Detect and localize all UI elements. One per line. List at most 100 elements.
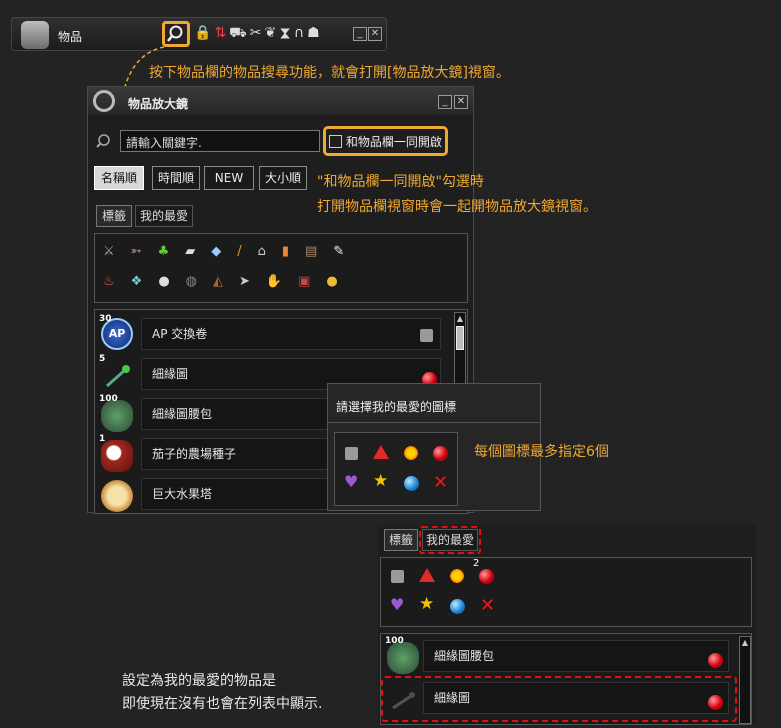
magnifier-title: 物品放大鏡 (128, 97, 189, 111)
ice-icon[interactable]: ❖ (131, 274, 159, 289)
fruit-tart-icon (101, 480, 133, 512)
search-small-icon (96, 134, 110, 148)
red-gem-marker-icon (708, 653, 723, 668)
gray-square-icon[interactable] (345, 447, 358, 460)
box-icon[interactable]: ▣ (298, 274, 326, 289)
potion-icon[interactable]: ♨ (103, 274, 131, 289)
item-name: 茄子的農場種子 (152, 447, 237, 461)
list-item[interactable]: 100 細緣圖腰包 (385, 636, 731, 676)
item-name: 巨大水果塔 (152, 487, 213, 501)
checkbox-box[interactable] (329, 135, 342, 148)
magnifier-minimize-button[interactable]: _ (438, 95, 452, 109)
tab-tags[interactable]: 標籤 (96, 205, 132, 227)
sort-icon[interactable]: ⇅ (214, 25, 229, 41)
sort-size-button[interactable]: 大小順 (259, 166, 307, 190)
egg-icon[interactable]: ● (158, 274, 185, 289)
search-icon[interactable] (162, 21, 190, 47)
item-count: 5 (99, 354, 106, 364)
fav-hint-line-1: 設定為我的最愛的物品是 (122, 673, 276, 689)
cart-icon[interactable]: ⛟ (229, 25, 250, 41)
item-name: AP 交換卷 (152, 327, 208, 341)
bell-icon[interactable]: ⌂ (258, 244, 282, 259)
gray-square-marker-icon (420, 329, 433, 342)
item-count: 100 (99, 394, 118, 404)
checkbox-hint-line-2: 打開物品欄視窗時會一起開物品放大鏡視窗。 (317, 199, 597, 215)
pouch-icon (387, 642, 419, 674)
close-button[interactable]: ✕ (368, 27, 382, 41)
checkbox-label: 和物品欄一同開啟 (345, 135, 442, 149)
icon-choice-grid: ♥ ★ ✕ (334, 432, 458, 506)
blue-gem-icon[interactable] (404, 476, 419, 491)
red-gem-count: 2 (473, 558, 480, 569)
category-row-2: ♨❖●◍◭➤✋▣● (103, 274, 354, 289)
item-count: 1 (99, 434, 106, 444)
item-name: 細緣圖腰包 (434, 649, 495, 663)
pouch-icon (101, 400, 133, 432)
fav-item-list: 100 細緣圖腰包 細緣圖 ▲ (380, 633, 752, 725)
diamond-icon[interactable]: ◆ (211, 244, 237, 259)
toad-icon[interactable]: ☗ (307, 25, 323, 41)
scroll-thumb[interactable] (456, 326, 464, 350)
fav-icon-grid: 2 ♥ ★ ✕ (380, 557, 752, 627)
fav-list-scrollbar[interactable]: ▲ (739, 636, 751, 724)
coin-icon[interactable]: ● (326, 274, 353, 289)
hourglass-icon[interactable]: ⧗ (279, 25, 294, 41)
magnifier-close-button[interactable]: ✕ (454, 95, 468, 109)
red-gem-icon[interactable] (433, 446, 448, 461)
red-x-icon[interactable]: ✕ (480, 597, 495, 615)
item-name: 細緣圖 (152, 367, 189, 381)
chip-icon[interactable]: ◍ (186, 274, 213, 289)
red-gem-icon[interactable] (479, 569, 494, 584)
popup-title: 請選擇我的最愛的圖標 (336, 400, 457, 414)
wand-icon[interactable]: / (237, 244, 257, 259)
red-triangle-icon[interactable] (373, 445, 389, 459)
search-input[interactable]: 請輸入關鍵字. (120, 130, 320, 152)
item-count: 30 (99, 314, 112, 324)
disassemble-icon[interactable]: ✂ (250, 25, 265, 41)
search-hint-note: 按下物品欄的物品搜尋功能，就會打開[物品放大鏡]視窗。 (149, 65, 510, 81)
inventory-titlebar: 物品 🔒⇅⛟✂❦⧗∩☗ _ ✕ (11, 17, 387, 51)
fav-tab-tags[interactable]: 標籤 (384, 529, 418, 551)
favorites-tab-highlight (419, 526, 481, 554)
category-icons-panel: ⚔➳♣▰◆/⌂▮▤✎ ♨❖●◍◭➤✋▣● (94, 233, 468, 303)
gray-square-icon[interactable] (391, 570, 404, 583)
red-x-icon[interactable]: ✕ (433, 474, 448, 492)
sort-new-button[interactable]: NEW (204, 166, 254, 190)
fav-hint-line-2: 即使現在沒有也會在列表中顯示. (122, 696, 323, 712)
item-name-box: AP 交換卷 (141, 318, 441, 350)
hand-icon[interactable]: ✋ (266, 274, 298, 289)
sun-icon[interactable] (403, 445, 419, 461)
magnet-icon[interactable]: ∩ (294, 25, 307, 41)
map-icon[interactable]: ▤ (305, 244, 333, 259)
list-item[interactable]: AP 30 AP 交換卷 (99, 314, 445, 354)
shell-icon[interactable]: ◭ (213, 274, 239, 289)
open-with-inventory-checkbox[interactable]: 和物品欄一同開啟 (323, 126, 448, 156)
yellow-star-icon[interactable]: ★ (419, 596, 434, 613)
sun-icon[interactable] (449, 568, 465, 584)
feather-icon[interactable]: ✎ (333, 244, 360, 259)
sword-icon[interactable]: ⚔ (103, 244, 131, 259)
tab-favorites[interactable]: 我的最愛 (135, 205, 193, 227)
fish-icon[interactable]: ➤ (239, 274, 266, 289)
max-icons-note: 每個圖標最多指定6個 (474, 444, 609, 460)
item-count: 100 (385, 636, 404, 646)
yellow-star-icon[interactable]: ★ (373, 473, 388, 490)
door-icon[interactable]: ▮ (282, 244, 305, 259)
scroll-up-arrow[interactable]: ▲ (455, 313, 465, 325)
purple-heart-icon[interactable]: ♥ (344, 474, 358, 490)
lock-bag-icon[interactable]: 🔒 (194, 25, 214, 41)
scroll-icon[interactable]: ▰ (185, 244, 211, 259)
purple-heart-icon[interactable]: ♥ (390, 597, 404, 613)
checkbox-hint-line-1: "和物品欄一同開啟"勾選時 (317, 174, 484, 190)
sort-name-button[interactable]: 名稱順 (94, 166, 144, 190)
red-triangle-icon[interactable] (419, 568, 435, 582)
minimize-button[interactable]: _ (353, 27, 367, 41)
bow-icon[interactable]: ➳ (131, 244, 158, 259)
popup-divider (328, 422, 540, 423)
sort-time-button[interactable]: 時間順 (152, 166, 200, 190)
blue-gem-icon[interactable] (450, 599, 465, 614)
scroll-up-arrow[interactable]: ▲ (740, 637, 750, 649)
extract-icon[interactable]: ❦ (265, 25, 280, 41)
herb-icon[interactable]: ♣ (158, 244, 186, 259)
toolbar-icons: 🔒⇅⛟✂❦⧗∩☗ (194, 25, 323, 43)
